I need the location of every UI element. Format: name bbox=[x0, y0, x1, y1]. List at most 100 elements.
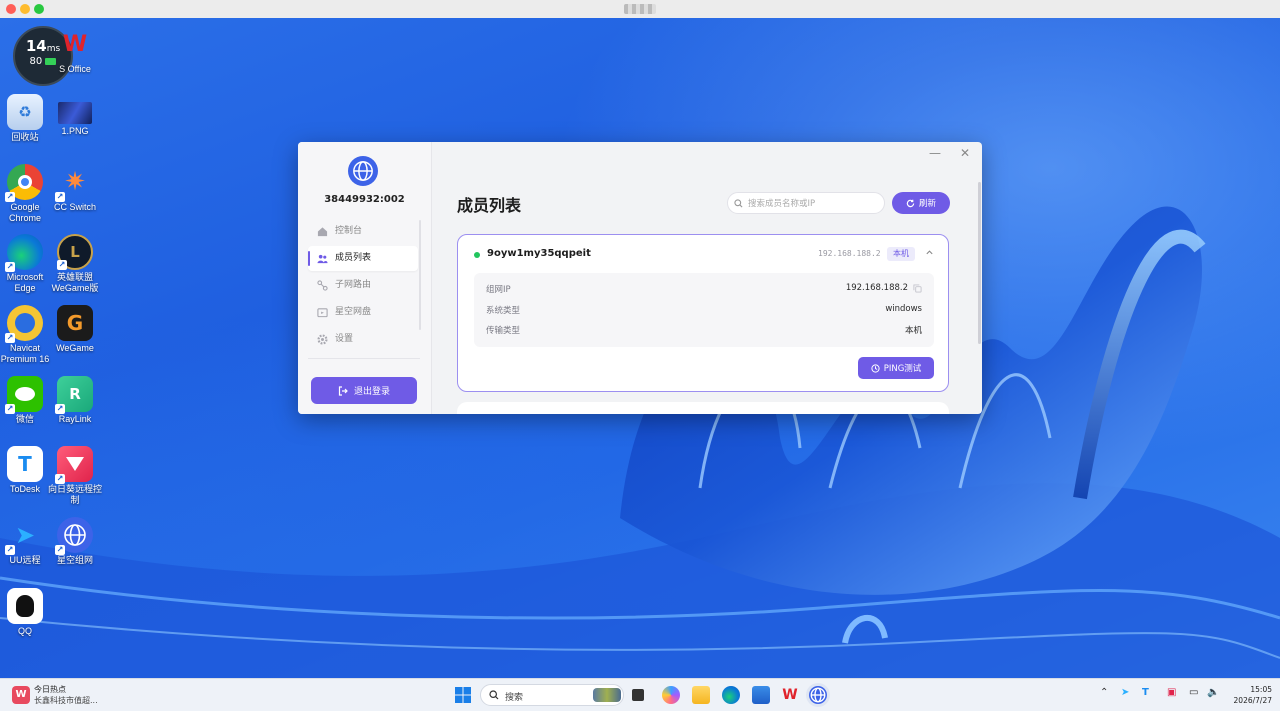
member-ip: 192.168.188.2 bbox=[818, 249, 881, 258]
detail-row-transport-type: 传输类型 本机 bbox=[486, 324, 922, 338]
desktop-icon-label: 1.PNG bbox=[61, 126, 89, 136]
chrome-icon: ↗ bbox=[5, 164, 43, 202]
route-icon bbox=[317, 280, 328, 291]
member-name: 9oyw1my35qqpeit bbox=[487, 248, 591, 259]
sidebar-scrollbar[interactable] bbox=[419, 220, 421, 330]
taskbar-search[interactable]: 搜索 bbox=[480, 684, 624, 706]
zoom-window-dot[interactable] bbox=[34, 4, 44, 14]
network-icon[interactable]: ▭ bbox=[1189, 687, 1198, 698]
refresh-button[interactable]: 刷新 bbox=[892, 192, 950, 214]
desktop-icon-cc-switch[interactable]: ✷ ↗ CC Switch bbox=[45, 164, 105, 213]
ping-test-button[interactable]: PING测试 bbox=[858, 357, 934, 379]
refresh-icon bbox=[906, 199, 915, 207]
desktop-icon-label: 英雄联盟 WeGame版 bbox=[51, 272, 99, 293]
sidebar-item-members[interactable]: 成员列表 bbox=[308, 246, 418, 271]
news-subtitle[interactable]: 长鑫科技市值超... bbox=[34, 695, 98, 706]
sunlogin-icon: ↗ bbox=[55, 446, 93, 484]
desktop-icon-league-of-legends[interactable]: L ↗ 英雄联盟 WeGame版 bbox=[45, 234, 105, 294]
sidebar-item-label: 子网路由 bbox=[335, 280, 372, 290]
cc-switch-icon: ✷ ↗ bbox=[55, 167, 86, 202]
detail-value: windows bbox=[885, 304, 922, 314]
member-search-box[interactable] bbox=[727, 192, 885, 214]
edge-icon: ↗ bbox=[5, 234, 43, 272]
volume-icon[interactable]: 🔈 bbox=[1207, 687, 1219, 698]
wps-icon[interactable]: W bbox=[781, 686, 799, 704]
start-windows-icon[interactable] bbox=[454, 686, 472, 704]
desktop-icon-wegame[interactable]: G WeGame bbox=[45, 305, 105, 354]
sidebar-item-label: 星空网盘 bbox=[335, 307, 372, 317]
sidebar-item-label: 设置 bbox=[335, 334, 354, 344]
detail-row-network-ip: 组网IP 192.168.188.2 bbox=[486, 283, 922, 297]
member-card[interactable]: 9oyw1my35qqpeit 192.168.188.2 本机 组网IP 19… bbox=[457, 234, 949, 392]
globe-icon: ↗ bbox=[55, 517, 93, 555]
sidebar-item-label: 控制台 bbox=[335, 226, 363, 236]
wegame-icon: G bbox=[57, 305, 93, 341]
sidebar-item-cloud-disk[interactable]: 星空网盘 bbox=[308, 300, 418, 325]
gear-icon bbox=[317, 334, 328, 345]
clock-date: 2026/7/27 bbox=[1233, 696, 1272, 705]
todesk-tray-icon[interactable]: T bbox=[1142, 687, 1149, 698]
member-details: 组网IP 192.168.188.2 系统类型 windows 传输类型 本机 bbox=[474, 273, 934, 347]
desktop-icon-png-file[interactable]: 1.PNG bbox=[45, 94, 105, 137]
folder-icon bbox=[317, 308, 328, 318]
search-icon bbox=[489, 690, 499, 700]
desktop-icon-xingkong[interactable]: ↗ 星空组网 bbox=[45, 517, 105, 566]
task-view-icon[interactable] bbox=[632, 689, 644, 701]
file-explorer-icon[interactable] bbox=[692, 686, 710, 704]
desktop-icon-label: 星空组网 bbox=[56, 555, 93, 565]
desktop-icon-label: QQ bbox=[17, 626, 32, 636]
clock-time: 15:05 bbox=[1250, 685, 1272, 694]
news-title[interactable]: 今日热点 bbox=[34, 684, 66, 695]
search-input[interactable] bbox=[746, 195, 880, 213]
desktop-icon-label: 向日葵远程控制 bbox=[47, 484, 102, 505]
logout-button[interactable]: 退出登录 bbox=[311, 377, 417, 404]
close-window-dot[interactable] bbox=[6, 4, 16, 14]
sunlogin-tray-icon[interactable]: ▣ bbox=[1167, 687, 1176, 698]
mac-title-bar bbox=[0, 0, 1280, 19]
users-icon bbox=[317, 254, 328, 264]
sidebar-item-label: 成员列表 bbox=[335, 253, 372, 263]
league-of-legends-icon: L ↗ bbox=[57, 234, 93, 270]
copy-icon[interactable] bbox=[913, 284, 922, 293]
edge-icon[interactable] bbox=[722, 686, 740, 704]
chevron-up-icon[interactable] bbox=[925, 248, 935, 258]
uu-tray-icon[interactable]: ➤ bbox=[1121, 687, 1129, 698]
desktop-icon-wps-office[interactable]: W S Office bbox=[45, 26, 105, 75]
uu-remote-icon: ➤ ↗ bbox=[5, 521, 36, 555]
chevron-up-icon[interactable]: ⌃ bbox=[1100, 687, 1108, 698]
detail-value: 192.168.188.2 bbox=[845, 283, 908, 293]
desktop-icon-label: CC Switch bbox=[53, 202, 96, 212]
content-scrollbar[interactable] bbox=[978, 182, 981, 344]
member-card-next[interactable] bbox=[457, 402, 949, 414]
window-title bbox=[624, 4, 656, 14]
home-icon bbox=[317, 227, 328, 237]
detail-row-os-type: 系统类型 windows bbox=[486, 304, 922, 318]
qq-penguin-icon bbox=[7, 588, 43, 624]
raylink-icon: R ↗ bbox=[55, 376, 93, 414]
xingkong-network-window: 38449932:002 控制台 成员列表 子网路由 星空网盘 设置 退出登录 … bbox=[298, 142, 982, 414]
store-icon[interactable] bbox=[752, 686, 770, 704]
detail-value: 本机 bbox=[904, 326, 922, 336]
copilot-icon[interactable] bbox=[662, 686, 680, 704]
system-clock[interactable]: 15:05 2026/7/27 bbox=[1228, 684, 1272, 706]
sidebar-item-subnet-route[interactable]: 子网路由 bbox=[308, 273, 418, 298]
desktop-icon-label: S Office bbox=[59, 64, 91, 74]
close-icon[interactable]: ✕ bbox=[958, 146, 972, 160]
detail-key: 组网IP bbox=[486, 285, 511, 295]
logout-icon bbox=[338, 385, 348, 396]
latency-value: 14 bbox=[25, 37, 47, 55]
local-badge: 本机 bbox=[887, 247, 915, 261]
sidebar-item-console[interactable]: 控制台 bbox=[308, 219, 418, 244]
desktop-icon-raylink[interactable]: R ↗ RayLink bbox=[45, 376, 105, 425]
battery-value: 80 bbox=[29, 56, 43, 67]
desktop-icon-qq[interactable]: QQ bbox=[0, 588, 55, 637]
sidebar-item-settings[interactable]: 设置 bbox=[308, 327, 418, 352]
page-title: 成员列表 bbox=[457, 196, 522, 215]
globe-icon[interactable] bbox=[809, 686, 827, 704]
refresh-label: 刷新 bbox=[918, 199, 936, 209]
desktop-icon-sunlogin[interactable]: ↗ 向日葵远程控制 bbox=[45, 446, 105, 506]
minimize-icon[interactable]: — bbox=[928, 146, 942, 160]
news-icon[interactable]: W bbox=[12, 686, 30, 704]
detail-key: 系统类型 bbox=[486, 306, 521, 316]
minimize-window-dot[interactable] bbox=[20, 4, 30, 14]
